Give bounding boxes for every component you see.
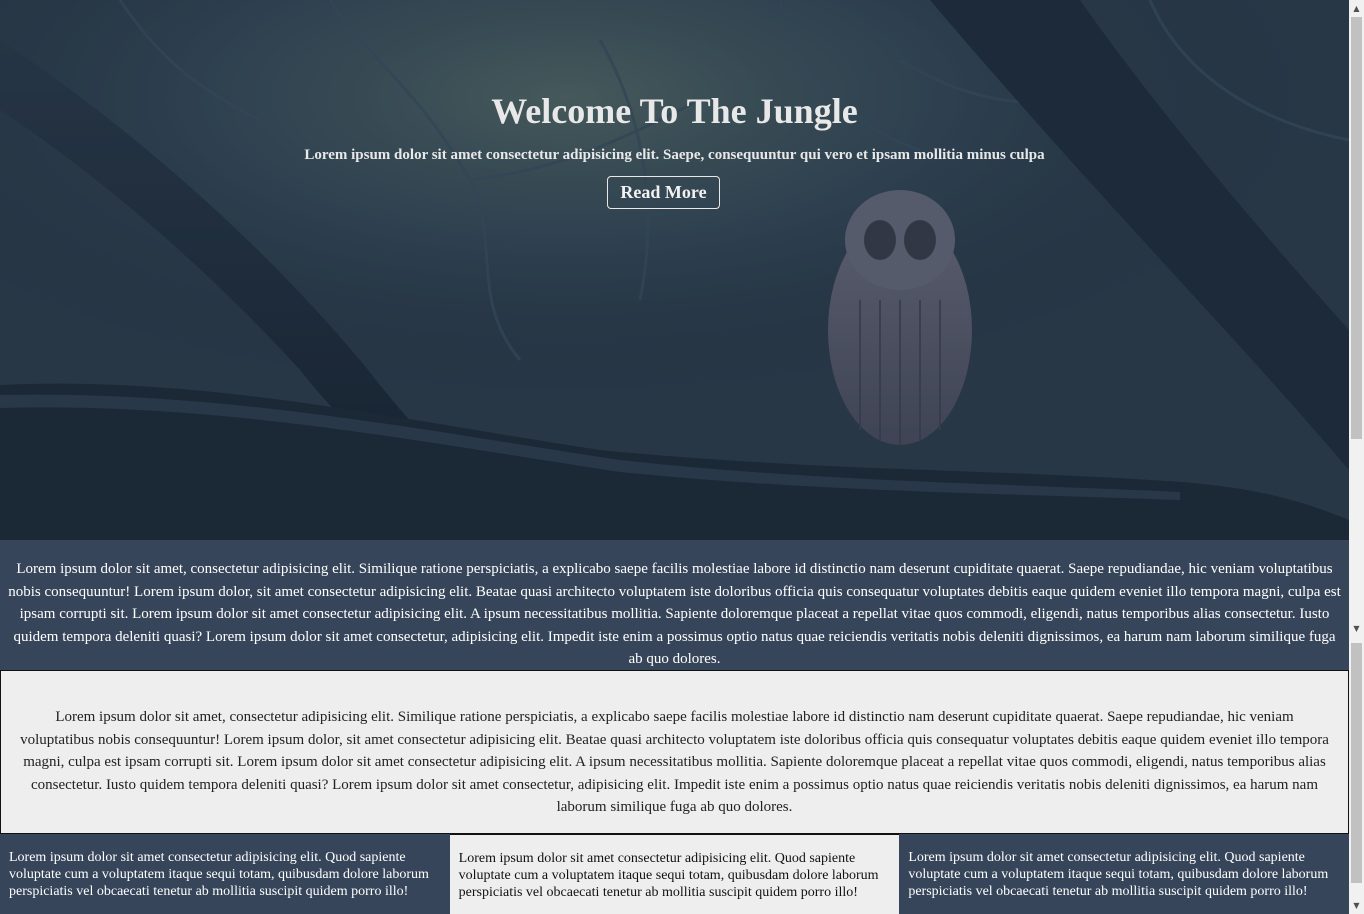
read-more-button[interactable]: Read More bbox=[607, 176, 720, 209]
arrow-down-icon[interactable]: ▼ bbox=[1349, 620, 1364, 637]
intro-text-dark: Lorem ipsum dolor sit amet, consectetur … bbox=[0, 540, 1349, 670]
column-2-text: Lorem ipsum dolor sit amet consectetur a… bbox=[458, 851, 879, 900]
column-1: Lorem ipsum dolor sit amet consectetur a… bbox=[0, 834, 450, 914]
scrollbar-thumb[interactable] bbox=[1351, 17, 1362, 439]
intro-paragraph-light: Lorem ipsum dolor sit amet, consectetur … bbox=[20, 709, 1329, 816]
column-2: Lorem ipsum dolor sit amet consectetur a… bbox=[449, 834, 900, 914]
hero-background-image bbox=[0, 0, 1349, 540]
hero-subtitle: Lorem ipsum dolor sit amet consectetur a… bbox=[304, 147, 1045, 163]
page: Welcome To The Jungle Lorem ipsum dolor … bbox=[0, 0, 1349, 914]
arrow-up-icon[interactable]: ▲ bbox=[1349, 0, 1364, 17]
three-column-section: Lorem ipsum dolor sit amet consectetur a… bbox=[0, 834, 1349, 914]
column-3: Lorem ipsum dolor sit amet consectetur a… bbox=[899, 834, 1349, 914]
column-3-text: Lorem ipsum dolor sit amet consectetur a… bbox=[908, 850, 1329, 899]
vertical-scrollbar[interactable]: ▲ ▼ ▼ bbox=[1349, 0, 1364, 914]
column-1-text: Lorem ipsum dolor sit amet consectetur a… bbox=[9, 850, 429, 899]
intro-paragraph-dark: Lorem ipsum dolor sit amet, consectetur … bbox=[8, 561, 1341, 668]
intro-text-light: Lorem ipsum dolor sit amet, consectetur … bbox=[0, 670, 1349, 834]
hero-section: Welcome To The Jungle Lorem ipsum dolor … bbox=[0, 0, 1349, 540]
arrow-down-icon[interactable]: ▼ bbox=[1349, 897, 1364, 914]
hero-title: Welcome To The Jungle bbox=[491, 91, 858, 131]
scrollbar-thumb-lower[interactable] bbox=[1351, 643, 1362, 883]
